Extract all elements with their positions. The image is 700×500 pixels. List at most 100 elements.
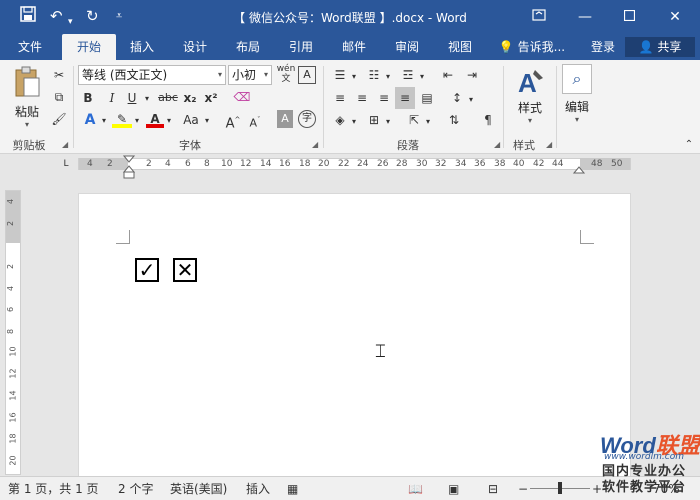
font-size-select[interactable]: 小初 ▾ bbox=[228, 65, 272, 85]
indent-marker-icon[interactable] bbox=[123, 155, 135, 181]
document-page[interactable]: ✓ ✕ ⌶ bbox=[78, 193, 631, 483]
justify-icon[interactable]: ≡ bbox=[395, 87, 415, 109]
page-count[interactable]: 第 1 页，共 1 页 bbox=[8, 481, 99, 497]
decrease-indent-icon[interactable]: ⇤ bbox=[438, 66, 458, 84]
tab-references[interactable]: 引用 bbox=[279, 34, 323, 60]
ruler-number: 38 bbox=[494, 159, 506, 169]
tab-view[interactable]: 视图 bbox=[438, 34, 482, 60]
qat-dropdown-icon[interactable]: ⩡ bbox=[116, 6, 122, 26]
undo-icon[interactable]: ↶ bbox=[50, 6, 63, 26]
share-button[interactable]: 👤 共享 bbox=[625, 37, 695, 57]
multilevel-list-icon[interactable]: ☲ bbox=[398, 66, 418, 84]
enclose-characters-icon[interactable]: 字 bbox=[298, 110, 316, 128]
align-center-icon[interactable]: ≡ bbox=[352, 89, 372, 107]
bold-button[interactable]: B bbox=[80, 89, 96, 107]
underline-dropdown-icon[interactable]: ▾ bbox=[142, 90, 152, 108]
clipboard-launcher-icon[interactable]: ◢ bbox=[62, 140, 68, 149]
print-layout-icon[interactable]: ▣ bbox=[448, 481, 459, 497]
show-marks-icon[interactable]: ¶ bbox=[478, 111, 498, 129]
cut-icon[interactable]: ✂ bbox=[50, 66, 68, 84]
tab-file[interactable]: 文件 bbox=[6, 34, 54, 60]
character-shading-icon[interactable]: A bbox=[277, 110, 293, 128]
font-color-icon[interactable]: A bbox=[146, 110, 164, 128]
editing-button-label: 编辑 bbox=[564, 100, 589, 114]
tab-design[interactable]: 设计 bbox=[173, 34, 217, 60]
font-launcher-icon[interactable]: ◢ bbox=[312, 140, 318, 149]
font-name-select[interactable]: 等线 (西文正文) ▾ bbox=[78, 65, 226, 85]
insert-mode[interactable]: 插入 bbox=[246, 481, 270, 497]
change-case-icon[interactable]: Aa bbox=[180, 111, 202, 129]
borders-icon[interactable]: ⊞ bbox=[364, 111, 384, 129]
styles-group-label: 样式 bbox=[513, 139, 535, 152]
paste-button[interactable]: 粘贴 ▾ bbox=[10, 66, 44, 129]
text-effects-dropdown-icon[interactable]: ▾ bbox=[99, 112, 109, 130]
close-icon[interactable]: ✕ bbox=[660, 6, 690, 28]
tab-layout[interactable]: 布局 bbox=[226, 34, 270, 60]
strikethrough-button[interactable]: abc bbox=[155, 89, 181, 107]
tab-insert[interactable]: 插入 bbox=[120, 34, 164, 60]
phonetic-guide-button[interactable]: wén 文 bbox=[276, 64, 296, 84]
login-link[interactable]: 登录 bbox=[584, 34, 622, 60]
horizontal-ruler: L 4 2 2 4 6 8 10 12 14 16 18 20 22 24 26… bbox=[0, 155, 700, 179]
language-status[interactable]: 英语(美国) bbox=[170, 481, 227, 497]
increase-indent-icon[interactable]: ⇥ bbox=[462, 66, 482, 84]
shading-icon[interactable]: ◈ bbox=[330, 111, 350, 129]
sort-icon[interactable]: ⇅ bbox=[444, 111, 464, 129]
highlight-color-icon[interactable]: ✎ bbox=[112, 110, 132, 128]
clear-formatting-icon[interactable]: ⌫ bbox=[232, 88, 252, 106]
line-spacing-icon[interactable]: ↕ bbox=[447, 89, 467, 107]
zoom-slider-handle[interactable] bbox=[558, 482, 562, 494]
multilevel-dropdown-icon[interactable]: ▾ bbox=[418, 68, 426, 86]
distributed-icon[interactable]: ▤ bbox=[417, 89, 437, 107]
tab-home[interactable]: 开始 bbox=[62, 34, 116, 60]
paragraph-launcher-icon[interactable]: ◢ bbox=[494, 140, 500, 149]
paste-label: 粘贴 bbox=[14, 105, 39, 119]
line-spacing-dropdown-icon[interactable]: ▾ bbox=[467, 91, 475, 109]
right-indent-marker-icon[interactable] bbox=[573, 165, 585, 175]
bullets-icon[interactable]: ☰ bbox=[330, 66, 350, 84]
change-case-dropdown-icon[interactable]: ▾ bbox=[202, 112, 212, 130]
align-right-icon[interactable]: ≡ bbox=[374, 89, 394, 107]
grow-font-icon[interactable]: A^ bbox=[224, 111, 242, 131]
maximize-icon[interactable] bbox=[614, 6, 644, 28]
zoom-out-icon[interactable]: − bbox=[518, 481, 528, 497]
format-painter-icon[interactable]: 🖌 bbox=[50, 110, 68, 128]
vertical-scrollbar[interactable] bbox=[684, 155, 700, 475]
styles-button[interactable]: A 样式 ▾ bbox=[510, 66, 550, 132]
word-count[interactable]: 2 个字 bbox=[118, 481, 153, 497]
tab-review[interactable]: 审阅 bbox=[385, 34, 429, 60]
bullets-dropdown-icon[interactable]: ▾ bbox=[350, 68, 358, 86]
undo-dropdown-icon[interactable]: ▾ bbox=[68, 12, 73, 32]
shading-dropdown-icon[interactable]: ▾ bbox=[350, 113, 358, 131]
numbering-icon[interactable]: ☷ bbox=[364, 66, 384, 84]
save-icon[interactable] bbox=[20, 6, 36, 27]
web-layout-icon[interactable]: ⊟ bbox=[488, 481, 498, 497]
underline-button[interactable]: U bbox=[124, 89, 140, 107]
editing-button[interactable]: ⌕ 编辑 ▾ bbox=[560, 64, 594, 130]
copy-icon[interactable]: ⧉ bbox=[50, 88, 68, 106]
ruler-number: 22 bbox=[338, 159, 350, 169]
align-left-icon[interactable]: ≡ bbox=[330, 89, 350, 107]
shrink-font-icon[interactable]: Aˇ bbox=[246, 111, 264, 130]
character-border-icon[interactable]: A bbox=[298, 66, 316, 84]
read-mode-icon[interactable]: 📖 bbox=[408, 481, 423, 497]
styles-launcher-icon[interactable]: ◢ bbox=[546, 140, 552, 149]
text-effects-icon[interactable]: A bbox=[80, 111, 100, 129]
collapse-ribbon-icon[interactable]: ⌃ bbox=[682, 136, 696, 154]
chinese-layout-icon[interactable]: ⇱ bbox=[404, 111, 424, 129]
ribbon-display-icon[interactable] bbox=[524, 6, 554, 28]
redo-icon[interactable]: ↻ bbox=[86, 6, 99, 26]
highlight-dropdown-icon[interactable]: ▾ bbox=[132, 112, 142, 130]
tab-mailings[interactable]: 邮件 bbox=[332, 34, 376, 60]
minimize-icon[interactable]: — bbox=[570, 6, 600, 28]
font-color-dropdown-icon[interactable]: ▾ bbox=[164, 112, 174, 130]
superscript-button[interactable]: x² bbox=[202, 89, 220, 107]
italic-button[interactable]: I bbox=[104, 89, 120, 107]
tab-selector-icon[interactable]: L bbox=[60, 158, 72, 176]
subscript-button[interactable]: x₂ bbox=[181, 89, 199, 107]
chinese-layout-dropdown-icon[interactable]: ▾ bbox=[424, 113, 432, 131]
macro-record-icon[interactable]: ▦ bbox=[287, 481, 298, 497]
numbering-dropdown-icon[interactable]: ▾ bbox=[384, 68, 392, 86]
tell-me-box[interactable]: 💡 告诉我... bbox=[496, 34, 568, 60]
borders-dropdown-icon[interactable]: ▾ bbox=[384, 113, 392, 131]
